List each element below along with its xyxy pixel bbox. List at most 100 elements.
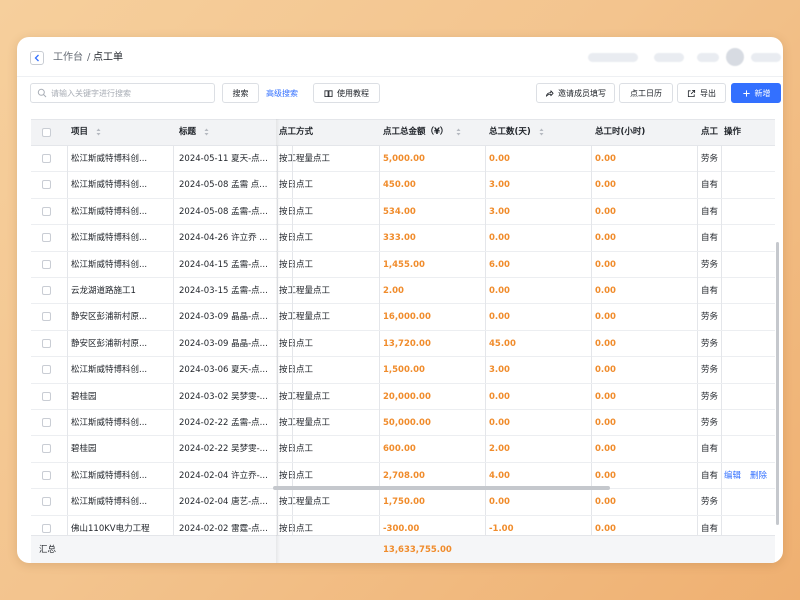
column-divider <box>292 225 293 252</box>
vertical-scrollbar[interactable] <box>776 242 779 525</box>
cell-type: 自有 <box>701 206 719 217</box>
row-checkbox[interactable] <box>42 154 51 163</box>
column-divider <box>379 383 380 410</box>
column-divider <box>485 410 486 436</box>
table-row[interactable]: 静安区彭浦新村原... 2024-03-09 晶晶-点... 按工程量点工 16,00… <box>31 304 775 331</box>
row-checkbox[interactable] <box>42 470 51 480</box>
invite-members-button[interactable]: 邀请成员填写 <box>536 83 615 103</box>
table-row[interactable]: 松江斯威特博科创... 2024-02-22 孟需-点... 按工程量点工 50,00… <box>31 410 775 437</box>
column-divider <box>379 225 380 252</box>
cell-amount: 1,750.00 <box>383 497 425 508</box>
row-checkbox[interactable] <box>42 523 51 533</box>
table-row[interactable]: 松江斯威特博科创... 2024-04-15 孟需-点... 按日点工 1,455.0… <box>31 251 775 278</box>
cell-type: 劳务 <box>701 418 719 428</box>
table-row[interactable]: 静安区彭浦新村原... 2024-03-09 晶晶-点... 按日点工 13,720.… <box>31 330 775 358</box>
blurred-header-item[interactable] <box>654 53 684 62</box>
add-button-label: 新增 <box>754 88 771 98</box>
table-row[interactable]: 云龙湖道路施工1 2024-03-15 孟需-点... 按工程量点工 2.00 0.00… <box>31 278 775 305</box>
calendar-button[interactable]: 点工日历 <box>619 83 673 103</box>
search-icon <box>37 88 47 98</box>
cell-days: 0.00 <box>489 154 510 164</box>
search-box[interactable] <box>30 83 215 103</box>
blurred-user-name[interactable] <box>751 53 781 62</box>
column-header-days[interactable]: 总工数(天) <box>489 120 544 145</box>
row-checkbox[interactable] <box>42 391 51 401</box>
row-checkbox[interactable] <box>42 497 51 507</box>
sort-icon[interactable] <box>456 128 461 136</box>
table-row[interactable]: 碧桂园 2024-03-02 吴梦雯-... 按工程量点工 20,000.00 0.00… <box>31 383 775 410</box>
edit-link[interactable]: 编辑 <box>724 471 741 481</box>
table-row[interactable]: 松江斯威特博科创... 2024-04-26 许立乔 ... 按日点工 333.00 0… <box>31 225 775 252</box>
row-checkbox[interactable] <box>42 312 51 322</box>
column-divider <box>292 304 293 331</box>
column-divider <box>485 383 486 410</box>
page-title: 点工单 <box>93 52 123 63</box>
column-divider <box>721 330 722 357</box>
table-row[interactable]: 松江斯威特博科创... 2024-02-04 唐艺-点... 按工程量点工 1,750… <box>31 489 775 516</box>
cell-method: 按日点工 <box>279 444 314 455</box>
cell-hours: 0.00 <box>595 470 616 481</box>
column-divider <box>277 278 278 304</box>
cell-project: 松江斯威特博科创... <box>71 365 148 376</box>
column-divider <box>721 225 722 252</box>
cell-type: 劳务 <box>701 312 719 323</box>
column-divider <box>591 278 592 304</box>
breadcrumb-root[interactable]: 工作台 <box>53 51 83 65</box>
table-row[interactable]: 松江斯威特博科创... 2024-03-06 夏天-点... 按日点工 1,500.0… <box>31 357 775 384</box>
row-checkbox[interactable] <box>42 206 51 216</box>
row-checkbox[interactable] <box>42 180 51 190</box>
column-divider <box>292 515 293 536</box>
row-checkbox[interactable] <box>42 365 51 375</box>
column-divider <box>292 251 293 278</box>
add-button[interactable]: 新增 <box>731 83 781 103</box>
advanced-search-link[interactable]: 高级搜索 <box>266 88 298 99</box>
sort-icon[interactable] <box>96 128 101 136</box>
table-row[interactable]: 松江斯威特博科创... 2024-05-08 孟需-点... 按日点工 534.00 3… <box>31 198 775 226</box>
table-row[interactable]: 碧桂园 2024-02-22 吴梦雯-... 按日点工 600.00 2.00 0.00 自… <box>31 436 775 463</box>
row-checkbox[interactable] <box>42 259 51 269</box>
cell-title: 2024-03-09 晶晶-点... <box>179 338 268 349</box>
column-header-title[interactable]: 标题 <box>179 120 209 145</box>
select-all-checkbox[interactable] <box>42 128 51 137</box>
horizontal-scrollbar[interactable] <box>273 486 610 490</box>
calendar-button-label: 点工日历 <box>630 88 662 98</box>
row-checkbox[interactable] <box>42 418 51 427</box>
sort-icon[interactable] <box>204 128 209 136</box>
blurred-header-item[interactable] <box>697 53 719 62</box>
column-divider <box>173 146 174 172</box>
column-header-project[interactable]: 项目 <box>71 120 101 145</box>
cell-title: 2024-04-15 孟需-点... <box>179 259 268 270</box>
column-divider <box>591 357 592 384</box>
search-input[interactable] <box>51 86 211 100</box>
cell-title: 2024-05-11 夏天-点... <box>179 154 268 164</box>
cell-method: 按日点工 <box>279 338 314 349</box>
cell-type: 劳务 <box>701 365 719 376</box>
table-row[interactable]: 松江斯威特博科创... 2024-05-08 孟需 点... 按日点工 450.00 3… <box>31 172 775 199</box>
row-checkbox[interactable] <box>42 233 51 243</box>
table-row[interactable]: 佛山110KV电力工程 2024-02-02 雷霆-点... 按日点工 -300.00… <box>31 515 775 536</box>
avatar[interactable] <box>726 48 744 66</box>
column-divider <box>277 357 278 384</box>
export-button[interactable]: 导出 <box>677 83 726 103</box>
row-checkbox[interactable] <box>42 444 51 454</box>
column-divider <box>379 489 380 516</box>
cell-hours: 0.00 <box>595 154 616 164</box>
search-button[interactable]: 搜索 <box>222 83 259 103</box>
cell-amount: 1,455.00 <box>383 259 425 270</box>
sort-icon[interactable] <box>539 128 544 136</box>
column-divider <box>697 357 698 384</box>
row-checkbox[interactable] <box>42 286 51 295</box>
column-divider <box>721 146 722 172</box>
column-divider <box>292 146 293 172</box>
table-row[interactable]: 松江斯威特博科创... 2024-05-11 夏天-点... 按工程量点工 5,000… <box>31 146 775 173</box>
summary-label: 汇总 <box>39 545 57 555</box>
tutorial-button[interactable]: 使用教程 <box>313 83 380 103</box>
blurred-header-item[interactable] <box>588 53 638 62</box>
column-divider <box>697 462 698 489</box>
column-header-amount[interactable]: 点工总金额（¥） <box>383 120 461 145</box>
cell-days: 3.00 <box>489 206 510 217</box>
back-button[interactable] <box>30 51 44 65</box>
delete-link[interactable]: 删除 <box>750 471 767 481</box>
row-checkbox[interactable] <box>42 338 51 348</box>
cell-title: 2024-03-15 孟需-点... <box>179 286 268 296</box>
